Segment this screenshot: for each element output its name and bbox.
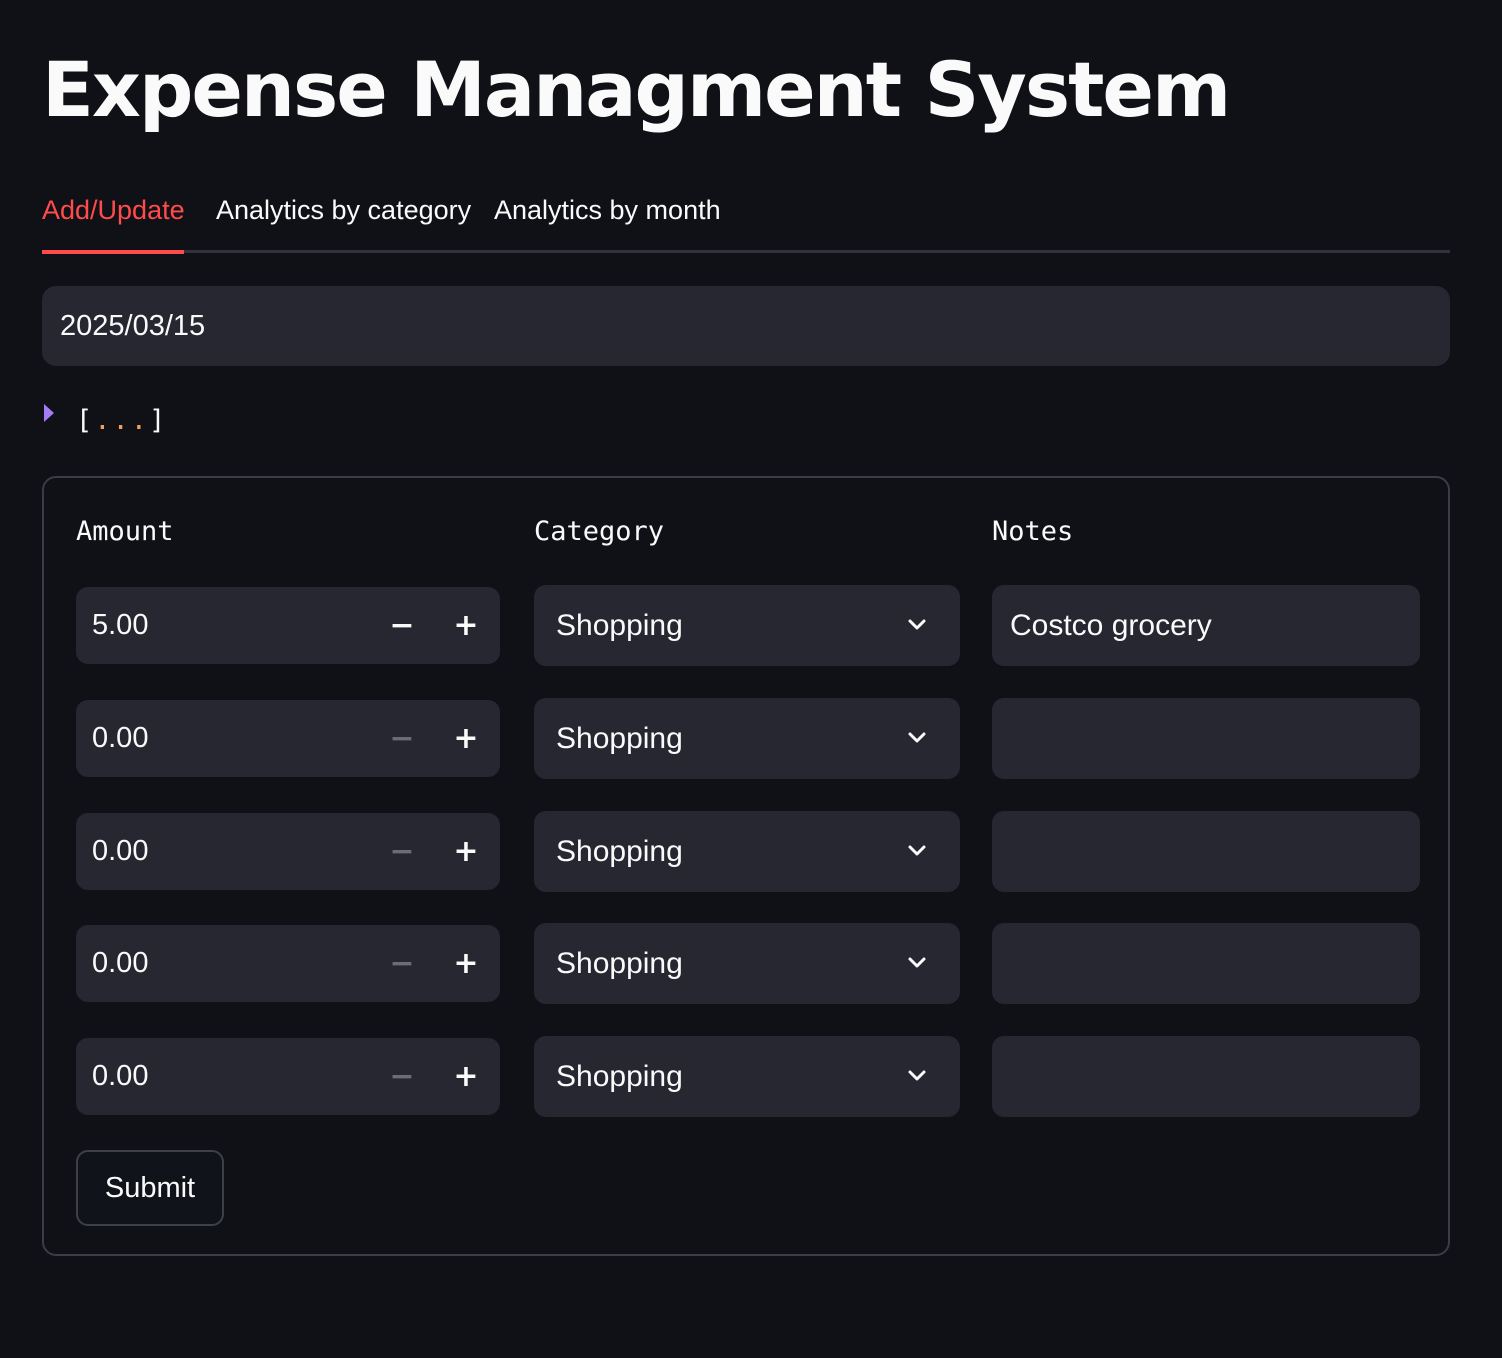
tab-bar: Add/Update Analytics by category Analyti… (42, 186, 1450, 254)
amount-input[interactable]: 5.00 − + (76, 587, 500, 664)
chevron-down-icon (908, 845, 926, 856)
notes-input[interactable]: Costco grocery (992, 585, 1420, 666)
tab-divider (42, 250, 1450, 253)
expense-form: Amount Category Notes 5.00 − + Shopping … (42, 476, 1450, 1256)
tab-analytics-by-month[interactable]: Analytics by month (494, 192, 721, 228)
increment-button[interactable]: + (440, 712, 492, 764)
increment-button[interactable]: + (440, 937, 492, 989)
chevron-down-icon (908, 1070, 926, 1081)
amount-input[interactable]: 0.00 − + (76, 1038, 500, 1115)
category-select[interactable]: Shopping (534, 698, 960, 779)
amount-value: 0.00 (92, 947, 149, 979)
decrement-button[interactable]: − (376, 712, 428, 764)
amount-value: 0.00 (92, 1060, 149, 1092)
notes-input[interactable] (992, 698, 1420, 779)
amount-column-label: Amount (76, 516, 174, 547)
category-column-label: Category (534, 516, 665, 547)
expense-row: 0.00 − + Shopping (44, 923, 1448, 1004)
json-collapsed-preview: [...] (76, 405, 167, 436)
category-select-value: Shopping (556, 722, 683, 755)
expense-row: 0.00 − + Shopping (44, 811, 1448, 892)
decrement-button[interactable]: − (376, 937, 428, 989)
expense-row: 0.00 − + Shopping (44, 1036, 1448, 1117)
amount-value: 0.00 (92, 835, 149, 867)
category-select-value: Shopping (556, 1060, 683, 1093)
tab-analytics-by-category[interactable]: Analytics by category (216, 192, 471, 228)
json-ellipsis: ... (94, 404, 150, 436)
json-viewer-toggle[interactable]: [...] (44, 402, 167, 438)
category-select-value: Shopping (556, 835, 683, 868)
page-title: Expense Managment System (42, 45, 1231, 134)
notes-column-label: Notes (992, 516, 1074, 547)
amount-input[interactable]: 0.00 − + (76, 925, 500, 1002)
category-select-value: Shopping (556, 947, 683, 980)
chevron-down-icon (908, 732, 926, 743)
decrement-button[interactable]: − (376, 825, 428, 877)
amount-input[interactable]: 0.00 − + (76, 813, 500, 890)
date-input[interactable]: 2025/03/15 (42, 286, 1450, 366)
expense-row: 0.00 − + Shopping (44, 698, 1448, 779)
amount-value: 5.00 (92, 609, 149, 641)
category-select[interactable]: Shopping (534, 585, 960, 666)
tab-add-update[interactable]: Add/Update (42, 192, 185, 228)
increment-button[interactable]: + (440, 825, 492, 877)
category-select-value: Shopping (556, 609, 683, 642)
notes-input[interactable] (992, 1036, 1420, 1117)
category-select[interactable]: Shopping (534, 811, 960, 892)
notes-input[interactable] (992, 923, 1420, 1004)
submit-button[interactable]: Submit (76, 1150, 224, 1226)
chevron-down-icon (908, 957, 926, 968)
caret-right-icon[interactable] (44, 404, 54, 422)
category-select[interactable]: Shopping (534, 1036, 960, 1117)
json-open-bracket: [ (76, 404, 95, 436)
expense-row: 5.00 − + Shopping Costco grocery (44, 585, 1448, 666)
amount-input[interactable]: 0.00 − + (76, 700, 500, 777)
increment-button[interactable]: + (440, 599, 492, 651)
json-close-bracket: ] (149, 404, 168, 436)
decrement-button[interactable]: − (376, 599, 428, 651)
increment-button[interactable]: + (440, 1050, 492, 1102)
amount-value: 0.00 (92, 722, 149, 754)
decrement-button[interactable]: − (376, 1050, 428, 1102)
category-select[interactable]: Shopping (534, 923, 960, 1004)
active-tab-indicator (42, 250, 184, 254)
notes-input[interactable] (992, 811, 1420, 892)
app-page: Expense Managment System Add/Update Anal… (0, 0, 1502, 1358)
date-input-value: 2025/03/15 (60, 309, 206, 342)
chevron-down-icon (908, 619, 926, 630)
